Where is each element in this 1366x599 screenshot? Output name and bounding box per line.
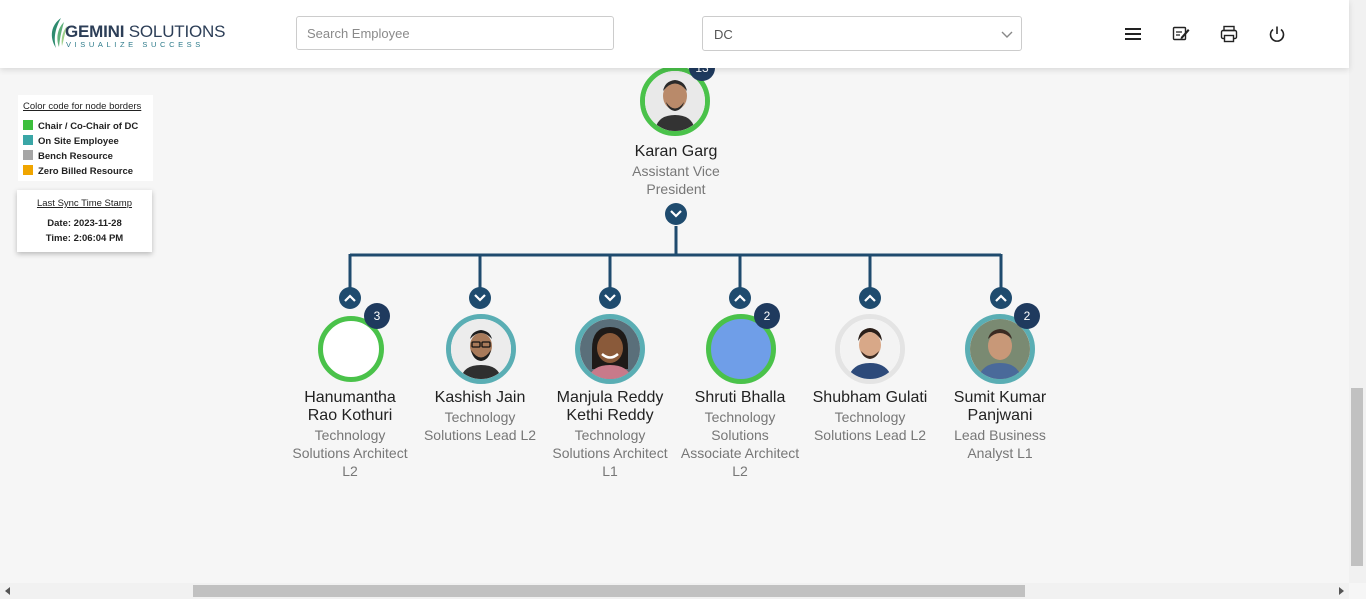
toggle-shruti[interactable] [729,287,751,309]
horizontal-scrollbar[interactable] [0,583,1349,599]
toggle-hanumantha[interactable] [339,287,361,309]
name-hanumantha-line1: Hanumantha [304,389,396,406]
root-title-line2: President [646,181,706,197]
person-photo-icon [580,319,640,379]
name-shubham: Shubham Gulati [812,389,928,406]
name-manjula-line2: Kethi Reddy [566,407,654,424]
avatar-shubham[interactable] [835,314,905,384]
gemini-solutions-logo[interactable]: GEMINI SOLUTIONS VISUALIZE SUCCESS [47,17,225,51]
menu-icon[interactable] [1123,24,1143,44]
count-badge-shruti: 2 [754,303,780,329]
title-shruti-line1: Technology [704,409,776,425]
scroll-right-arrow-icon[interactable] [1337,587,1345,595]
title-shubham-line2: Solutions Lead L2 [813,427,927,443]
count-badge-hanumantha: 3 [364,303,390,329]
scroll-left-arrow-icon[interactable] [4,587,12,595]
chevron-up-icon [864,294,876,302]
dc-select-value: DC [714,27,733,42]
chevron-up-icon [734,294,746,302]
brand-name: GEMINI SOLUTIONS [65,22,226,41]
name-kashish: Kashish Jain [434,389,526,406]
title-hanumantha-line2: Solutions Architect [292,445,408,461]
title-shruti-line2: Solutions [711,427,769,443]
dc-select[interactable]: DC [702,16,1022,51]
toggle-sumit[interactable] [990,287,1012,309]
title-kashish-line2: Solutions Lead L2 [423,427,537,443]
name-shruti: Shruti Bhalla [694,389,786,406]
count-badge-sumit: 2 [1014,303,1040,329]
title-sumit-line1: Lead Business [954,427,1046,443]
vertical-scrollbar[interactable] [1349,0,1366,583]
name-sumit-line2: Panjwani [967,407,1033,424]
title-hanumantha-line1: Technology [314,427,386,443]
title-hanumantha-line3: L2 [342,463,358,479]
toggle-kashish[interactable] [469,287,491,309]
vertical-scrollbar-thumb[interactable] [1351,388,1363,566]
title-shruti-line4: L2 [732,463,748,479]
person-photo-icon [840,319,900,379]
search-employee-input[interactable] [296,16,614,50]
org-chart: 13 Karan Garg Assistant Vice President 3… [0,55,1349,583]
chevron-up-icon [995,294,1007,302]
name-hanumantha-line2: Rao Kothuri [307,407,393,424]
chevron-up-icon [344,294,356,302]
avatar-manjula[interactable] [575,314,645,384]
toggle-manjula[interactable] [599,287,621,309]
title-sumit-line2: Analyst L1 [967,445,1033,461]
name-sumit-line1: Sumit Kumar [953,389,1047,406]
toggle-shubham[interactable] [859,287,881,309]
title-shruti-line3: Associate Architect [680,445,800,461]
root-title-line1: Assistant Vice [632,163,720,179]
chevron-down-icon [474,294,486,302]
avatar-kashish[interactable] [446,314,516,384]
printer-icon[interactable] [1219,24,1239,44]
brand-tagline: VISUALIZE SUCCESS [66,40,204,49]
person-photo-icon [451,319,511,379]
name-manjula-line1: Manjula Reddy [556,389,664,406]
chevron-down-icon [670,210,682,218]
chevron-down-icon [1001,31,1013,38]
title-kashish-line1: Technology [444,409,516,425]
title-manjula-line1: Technology [574,427,646,443]
root-expand-toggle[interactable] [665,203,687,225]
title-manjula-line2: Solutions Architect [552,445,668,461]
app-header: GEMINI SOLUTIONS VISUALIZE SUCCESS DC [0,0,1349,68]
title-shubham-line1: Technology [834,409,906,425]
chevron-down-icon [604,294,616,302]
title-manjula-line3: L1 [602,463,618,479]
root-name: Karan Garg [634,143,718,160]
horizontal-scrollbar-thumb[interactable] [193,585,1025,597]
power-icon[interactable] [1267,24,1287,44]
edit-note-icon[interactable] [1171,24,1191,44]
